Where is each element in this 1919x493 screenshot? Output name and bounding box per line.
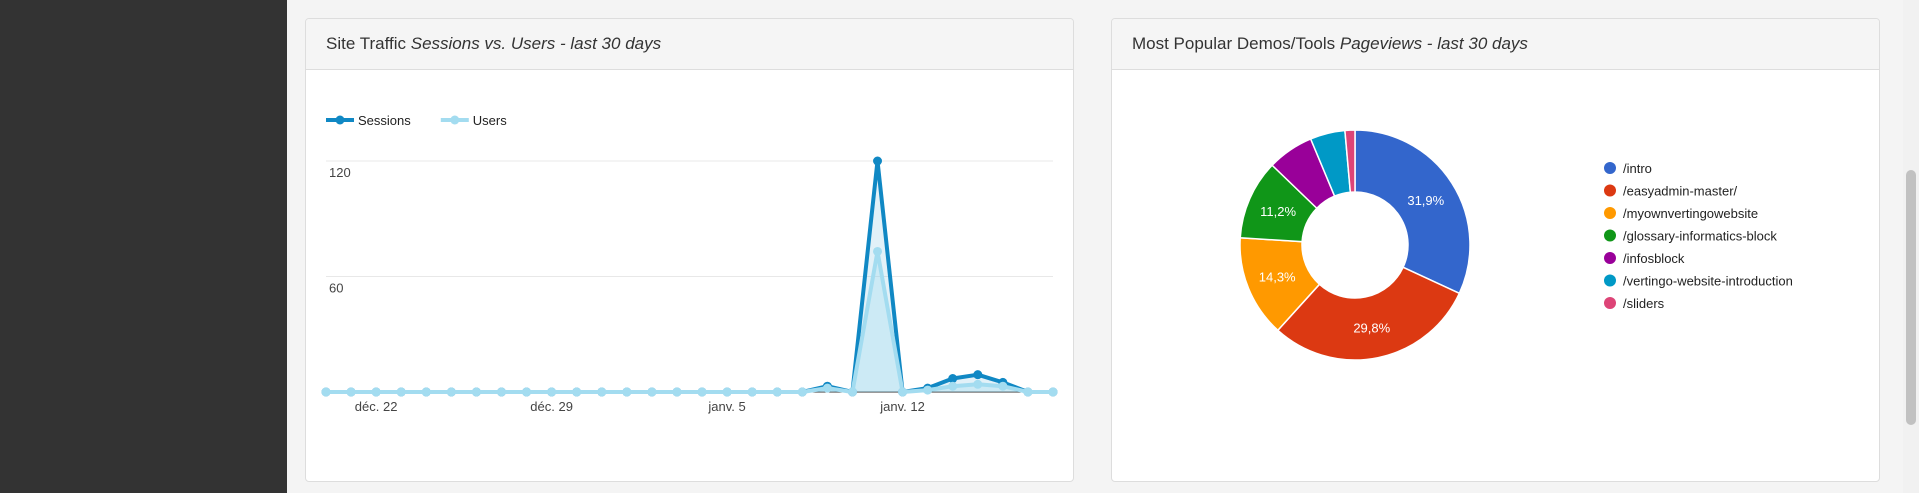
donut-slice-label: 11,2%: [1260, 204, 1296, 219]
data-point-users: [672, 387, 682, 397]
legend-swatch: [1604, 184, 1616, 197]
data-point-users: [772, 387, 782, 397]
popular-pages-panel-body: 31,9% /intro 29,8% /easyadmin-master/14,3% /…: [1112, 70, 1879, 481]
popular-pages-donut-chart: 31,9% /intro 29,8% /easyadmin-master/14,3% /…: [1239, 129, 1793, 361]
legend-marker-users: [450, 115, 460, 125]
legend-label: /glossary-informatics-block: [1623, 229, 1777, 244]
legend-label-users: Users: [473, 113, 507, 128]
data-point-users: [898, 387, 908, 397]
x-tick-label: janv. 5: [707, 399, 745, 414]
legend-label: /easyadmin-master/: [1623, 184, 1738, 199]
data-point-users: [923, 385, 933, 395]
site-traffic-panel: Site Traffic Sessions vs. Users - last 3…: [305, 18, 1074, 482]
data-point-users: [421, 387, 431, 397]
data-point-users: [948, 381, 958, 391]
popular-pages-title-italic: Pageviews - last 30 days: [1339, 34, 1528, 53]
data-point-users: [496, 387, 506, 397]
y-tick-label-120: 120: [329, 165, 351, 180]
data-point-sessions: [873, 156, 883, 166]
data-point-users: [973, 379, 983, 389]
series-line-users: [326, 249, 1053, 394]
popular-pages-panel-title: Most Popular Demos/Tools Pageviews - las…: [1112, 19, 1879, 70]
series-area-users: [326, 251, 1053, 392]
data-point-users: [446, 387, 456, 397]
data-point-users: [647, 387, 657, 397]
legend-label: /vertingo-website-introduction: [1623, 274, 1793, 289]
x-tick-label: déc. 22: [355, 399, 398, 414]
legend-marker-sessions: [335, 115, 345, 125]
legend-label: /myownvertingowebsite: [1623, 206, 1758, 221]
legend-label: /intro: [1623, 161, 1652, 176]
data-point-users: [622, 387, 632, 397]
popular-pages-title-plain: Most Popular Demos/Tools: [1132, 34, 1336, 53]
data-point-users: [873, 246, 883, 256]
data-point-users: [522, 387, 532, 397]
x-tick-label: déc. 29: [530, 399, 573, 414]
site-traffic-panel-title: Site Traffic Sessions vs. Users - last 3…: [306, 19, 1073, 70]
site-traffic-title-plain: Site Traffic: [326, 34, 406, 53]
data-point-users: [847, 387, 857, 397]
data-point-users: [547, 387, 557, 397]
data-point-users: [998, 381, 1008, 391]
data-point-users: [597, 387, 607, 397]
data-point-sessions: [973, 370, 983, 380]
legend-label: /sliders: [1623, 296, 1665, 311]
legend-swatch: [1604, 274, 1616, 287]
data-point-users: [321, 387, 331, 397]
popular-pages-panel: Most Popular Demos/Tools Pageviews - las…: [1111, 18, 1880, 482]
data-point-users: [1023, 387, 1033, 397]
legend-swatch: [1604, 162, 1616, 174]
donut-slice: [1354, 129, 1471, 295]
data-point-users: [697, 387, 707, 397]
legend-swatch: [1604, 297, 1616, 309]
data-point-sessions: [948, 374, 958, 384]
donut-slice-label: 29,8%: [1353, 320, 1390, 335]
site-traffic-title-italic: Sessions vs. Users - last 30 days: [410, 34, 662, 53]
data-point-users: [471, 387, 481, 397]
data-point-users: [346, 387, 356, 397]
scrollbar-thumb[interactable]: [1906, 170, 1916, 425]
data-point-users: [747, 387, 757, 397]
donut-slice-label: 14,3%: [1259, 270, 1296, 285]
data-point-users: [797, 387, 807, 397]
data-point-users: [396, 387, 406, 397]
site-traffic-line-chart: 60 120 déc. 22 déc. 29 janv. 5 janv. 12 Sessio…: [321, 113, 1058, 414]
legend-label: /infosblock: [1623, 251, 1685, 266]
legend-swatch: [1604, 252, 1616, 264]
sidebar: [0, 0, 287, 493]
data-point-users: [1048, 387, 1058, 397]
data-point-users: [371, 387, 381, 397]
x-tick-label: janv. 12: [879, 399, 925, 414]
site-traffic-panel-body: 60 120 déc. 22 déc. 29 janv. 5 janv. 12 Sessio…: [306, 70, 1073, 481]
legend-swatch: [1604, 207, 1616, 219]
data-point-users: [822, 383, 832, 393]
legend-swatch: [1604, 229, 1616, 242]
legend-label-sessions: Sessions: [358, 113, 411, 128]
donut-slice-label: 31,9%: [1407, 193, 1444, 208]
page-scrollbar[interactable]: [1903, 0, 1919, 493]
data-point-users: [722, 387, 732, 397]
y-tick-label-60: 60: [329, 281, 343, 296]
data-point-users: [572, 387, 582, 397]
